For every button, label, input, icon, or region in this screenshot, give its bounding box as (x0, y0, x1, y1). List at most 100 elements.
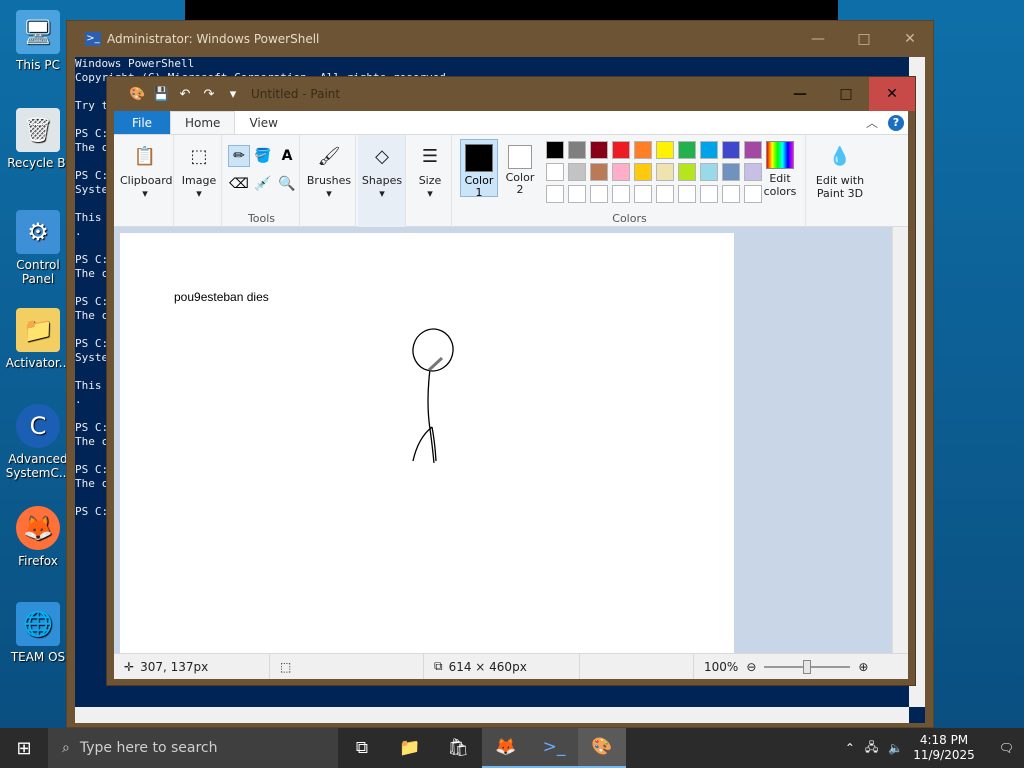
desktop-icon-activator[interactable]: 📁 Activator... (0, 308, 76, 370)
fill-icon[interactable]: 🪣 (252, 145, 274, 167)
status-bar: ✛ 307, 137px ⬚ ⧉ 614 × 460px 100% ⊖ ⊕ (114, 653, 908, 679)
search-icon: ⌕ (62, 740, 70, 756)
horizontal-scrollbar[interactable] (75, 707, 909, 723)
pencil-icon[interactable]: ✏ (228, 145, 250, 167)
zoom-slider-thumb[interactable] (803, 659, 812, 674)
color1-button[interactable]: Color 1 (460, 139, 498, 199)
image-group: ⬚ Image ▾ (176, 135, 222, 227)
folder-icon: 📁 (16, 308, 60, 352)
drawing-canvas[interactable]: pou9esteban dies (120, 233, 734, 653)
store-button[interactable]: 🛍 (434, 728, 482, 768)
customize-quick-access-icon[interactable]: ▾ (225, 87, 241, 102)
canvas-size: ⧉ 614 × 460px (424, 654, 580, 679)
minimize-button[interactable]: — (777, 77, 823, 111)
palette-swatch[interactable] (612, 141, 630, 159)
desktop-icon-label: Recycle Bi (7, 156, 69, 170)
desktop-icon-firefox[interactable]: 🦊 Firefox (0, 506, 76, 568)
firefox-icon: 🦊 (16, 506, 60, 550)
palette-swatch[interactable] (700, 141, 718, 159)
size-button[interactable]: ☰ Size ▾ (410, 141, 450, 200)
search-box[interactable]: ⌕ Type here to search (48, 728, 338, 768)
show-hidden-icons-button[interactable]: ⌃ (845, 741, 855, 755)
zoom-out-button[interactable]: ⊖ (746, 660, 756, 674)
zoom-in-button[interactable]: ⊕ (858, 660, 868, 674)
custom-color-slot[interactable] (678, 185, 696, 203)
edit-colors-button[interactable]: Edit colors (758, 141, 802, 198)
save-icon[interactable]: 💾 (153, 87, 169, 102)
palette-swatch[interactable] (634, 141, 652, 159)
palette-swatch[interactable] (546, 141, 564, 159)
palette-swatch[interactable] (612, 163, 630, 181)
edit-with-paint3d-button[interactable]: 💧 Edit with Paint 3D (810, 141, 870, 200)
custom-color-slot[interactable] (590, 185, 608, 203)
desktop-icon-recycle-bin[interactable]: 🗑 Recycle Bi (0, 108, 76, 170)
cursor-position: ✛ 307, 137px (114, 654, 270, 679)
palette-swatch[interactable] (656, 163, 674, 181)
paint-window[interactable]: 🎨 💾 ↶ ↷ ▾ Untitled - Paint — □ ✕ File Ho… (106, 76, 916, 686)
desktop-icon-advanced-systemcare[interactable]: C Advanced SystemC... (0, 404, 76, 480)
redo-icon[interactable]: ↷ (201, 87, 217, 102)
zoom-slider[interactable] (764, 659, 851, 674)
palette-swatch[interactable] (678, 163, 696, 181)
text-icon[interactable]: A (276, 145, 298, 167)
palette-swatch[interactable] (678, 141, 696, 159)
palette-swatch[interactable] (546, 163, 564, 181)
maximize-button[interactable]: □ (841, 21, 887, 57)
color-picker-icon[interactable]: 💉 (252, 173, 274, 195)
custom-color-slot[interactable] (612, 185, 630, 203)
tab-home[interactable]: Home (170, 111, 236, 134)
custom-color-slot[interactable] (722, 185, 740, 203)
image-button[interactable]: ⬚ Image ▾ (178, 141, 220, 200)
tab-file[interactable]: File (114, 111, 170, 134)
chevron-down-icon: ▾ (196, 187, 202, 200)
palette-swatch[interactable] (590, 163, 608, 181)
help-icon[interactable]: ? (888, 114, 904, 131)
palette-swatch[interactable] (722, 141, 740, 159)
close-button[interactable]: ✕ (869, 77, 915, 111)
custom-color-slot[interactable] (568, 185, 586, 203)
file-explorer-button[interactable]: 📁 (386, 728, 434, 768)
custom-color-slot[interactable] (546, 185, 564, 203)
color2-button[interactable]: Color 2 (502, 139, 538, 196)
stick-figure-drawing (412, 328, 454, 464)
paint-taskbar-button[interactable]: 🎨 (578, 728, 626, 768)
eraser-icon[interactable]: ⌫ (228, 173, 250, 195)
network-icon[interactable]: 🖧 (865, 738, 878, 759)
notifications-icon[interactable]: 🗨 (999, 741, 1014, 755)
colors-group-label: Colors (612, 212, 647, 225)
palette-swatch[interactable] (590, 141, 608, 159)
maximize-button[interactable]: □ (823, 77, 869, 111)
collapse-ribbon-icon[interactable]: ︿ (866, 114, 878, 131)
palette-swatch[interactable] (634, 163, 652, 181)
custom-color-slot[interactable] (634, 185, 652, 203)
palette-swatch[interactable] (700, 163, 718, 181)
paint-titlebar[interactable]: 🎨 💾 ↶ ↷ ▾ Untitled - Paint — □ ✕ (107, 77, 915, 111)
advanced-systemcare-icon: C (16, 404, 60, 448)
start-button[interactable]: ⊞ (0, 728, 48, 768)
desktop-icon-this-pc[interactable]: 🖥 This PC (0, 10, 76, 72)
shapes-button[interactable]: ◇ Shapes ▾ (360, 141, 404, 200)
custom-color-slot[interactable] (700, 185, 718, 203)
palette-swatch[interactable] (656, 141, 674, 159)
desktop-icon-team-os[interactable]: 🌐 TEAM OS (0, 602, 76, 664)
clipboard-button[interactable]: 📋 Clipboard ▾ (120, 141, 173, 200)
volume-icon[interactable]: 🔈 (888, 741, 903, 755)
selection-size: ⬚ (270, 654, 424, 679)
undo-icon[interactable]: ↶ (177, 87, 193, 102)
tab-view[interactable]: View (235, 111, 291, 134)
palette-swatch[interactable] (568, 141, 586, 159)
palette-swatch[interactable] (568, 163, 586, 181)
powershell-taskbar-button[interactable]: >_ (530, 728, 578, 768)
computer-icon: 🖥 (16, 10, 60, 54)
task-view-button[interactable]: ⧉ (338, 728, 386, 768)
magnifier-icon[interactable]: 🔍 (276, 173, 298, 195)
minimize-button[interactable]: — (795, 21, 841, 57)
desktop-icon-control-panel[interactable]: ⚙ Control Panel (0, 210, 76, 286)
vertical-scrollbar[interactable] (892, 227, 908, 653)
custom-color-slot[interactable] (656, 185, 674, 203)
palette-swatch[interactable] (722, 163, 740, 181)
close-button[interactable]: ✕ (887, 21, 933, 57)
firefox-taskbar-button[interactable]: 🦊 (482, 728, 530, 768)
brushes-button[interactable]: 🖌 Brushes ▾ (304, 141, 354, 200)
clock[interactable]: 4:18 PM 11/9/2025 (913, 733, 975, 763)
